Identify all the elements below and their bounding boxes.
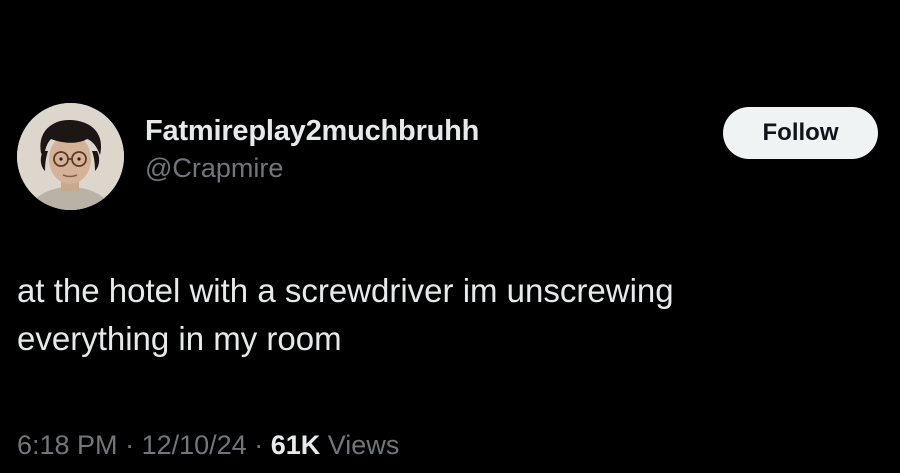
follow-button[interactable]: Follow [723,107,878,159]
tweet-time[interactable]: 6:18 PM [17,430,118,460]
tweet-text: at the hotel with a screwdriver im unscr… [17,272,674,357]
author-display-name[interactable]: Fatmireplay2muchbruhh [145,113,479,149]
tweet-metadata: 6:18 PM · 12/10/24 · 61K Views [17,428,399,462]
meta-separator: · [125,430,135,460]
views-label: Views [327,430,400,460]
meta-separator: · [254,430,264,460]
author-handle[interactable]: @Crapmire [145,151,479,185]
views-count[interactable]: 61K [271,430,321,460]
tweet-date[interactable]: 12/10/24 [142,430,247,460]
avatar[interactable] [17,103,124,210]
tweet-card: Fatmireplay2muchbruhh @Crapmire Follow a… [0,0,900,473]
avatar-image [17,103,124,210]
author-info: Fatmireplay2muchbruhh @Crapmire [145,113,479,185]
